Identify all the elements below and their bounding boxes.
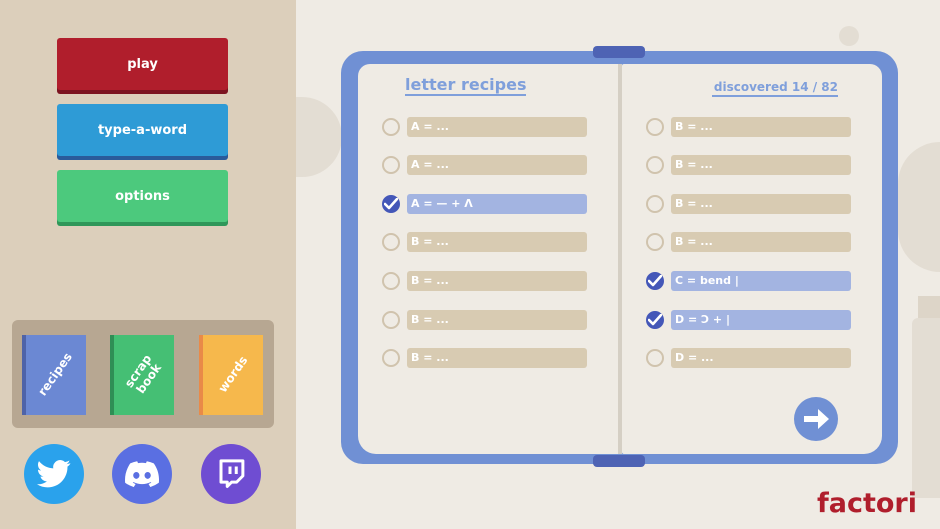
discord-button[interactable] (112, 444, 172, 504)
sidebar: play type-a-word options recipes scrap b… (0, 0, 296, 529)
recipe-text: B = ... (407, 348, 587, 368)
discovered-counter: discovered 14 / 82 (712, 80, 838, 97)
background-ledge-right (918, 296, 940, 318)
recipe-row[interactable]: B = ... (382, 271, 588, 291)
page-title: letter recipes (405, 75, 527, 96)
empty-circle-icon (646, 349, 664, 367)
background-circle-right (898, 142, 940, 272)
scrap-book[interactable]: scrap book (110, 335, 174, 415)
checked-circle-icon (646, 272, 664, 290)
recipe-row[interactable]: A = ... (382, 117, 588, 137)
next-page-button[interactable] (794, 397, 838, 441)
recipe-row[interactable]: B = ... (646, 155, 852, 175)
recipe-row[interactable]: D = Ↄ + | (646, 310, 852, 330)
twitter-button[interactable] (24, 444, 84, 504)
book-spine-bottom (593, 455, 645, 467)
empty-circle-icon (382, 311, 400, 329)
recipe-text: C = bend | (671, 271, 851, 291)
scrap-book-label: scrap book (121, 351, 165, 396)
empty-circle-icon (646, 195, 664, 213)
recipe-row[interactable]: A = ... (382, 155, 588, 175)
empty-circle-icon (646, 118, 664, 136)
recipe-text: B = ... (671, 194, 851, 214)
recipe-text: B = ... (407, 271, 587, 291)
recipe-row[interactable]: A = — + Λ (382, 194, 588, 214)
background-circle-top-right (839, 26, 859, 46)
arrow-right-icon (804, 409, 829, 429)
recipe-row[interactable]: B = ... (646, 194, 852, 214)
background-bar-right (912, 318, 940, 498)
empty-circle-icon (382, 118, 400, 136)
type-a-word-button[interactable]: type-a-word (57, 104, 228, 156)
recipe-row[interactable]: C = bend | (646, 271, 852, 291)
recipe-text: B = ... (407, 232, 587, 252)
recipe-text: D = Ↄ + | (671, 310, 851, 330)
checked-circle-icon (382, 195, 400, 213)
empty-circle-icon (382, 156, 400, 174)
book-page-fold (618, 64, 622, 454)
recipe-text: A = ... (407, 155, 587, 175)
empty-circle-icon (382, 349, 400, 367)
book-spine-top (593, 46, 645, 58)
options-button[interactable]: options (57, 170, 228, 222)
recipe-text: B = ... (671, 155, 851, 175)
recipe-text: B = ... (407, 310, 587, 330)
play-button[interactable]: play (57, 38, 228, 90)
recipe-text: A = — + Λ (407, 194, 587, 214)
empty-circle-icon (382, 272, 400, 290)
recipe-row[interactable]: D = ... (646, 348, 852, 368)
recipes-book-label: recipes (35, 350, 76, 399)
discord-icon (125, 461, 159, 487)
empty-circle-icon (646, 156, 664, 174)
checked-circle-icon (646, 311, 664, 329)
recipe-row[interactable]: B = ... (646, 232, 852, 252)
words-book-label: words (215, 353, 250, 396)
recipe-text: B = ... (671, 232, 851, 252)
recipes-book[interactable]: recipes (22, 335, 86, 415)
recipe-text: A = ... (407, 117, 587, 137)
recipe-row[interactable]: B = ... (382, 232, 588, 252)
recipe-text: B = ... (671, 117, 851, 137)
factori-logo: factori (817, 488, 917, 519)
recipe-text: D = ... (671, 348, 851, 368)
words-book[interactable]: words (199, 335, 263, 415)
background-circle-left (296, 97, 342, 177)
twitch-icon (219, 459, 245, 488)
empty-circle-icon (382, 233, 400, 251)
book-shelf: recipes scrap book words (12, 320, 274, 428)
twitter-icon (37, 460, 71, 488)
twitch-button[interactable] (201, 444, 261, 504)
recipe-row[interactable]: B = ... (382, 310, 588, 330)
recipe-row[interactable]: B = ... (382, 348, 588, 368)
empty-circle-icon (646, 233, 664, 251)
recipe-row[interactable]: B = ... (646, 117, 852, 137)
